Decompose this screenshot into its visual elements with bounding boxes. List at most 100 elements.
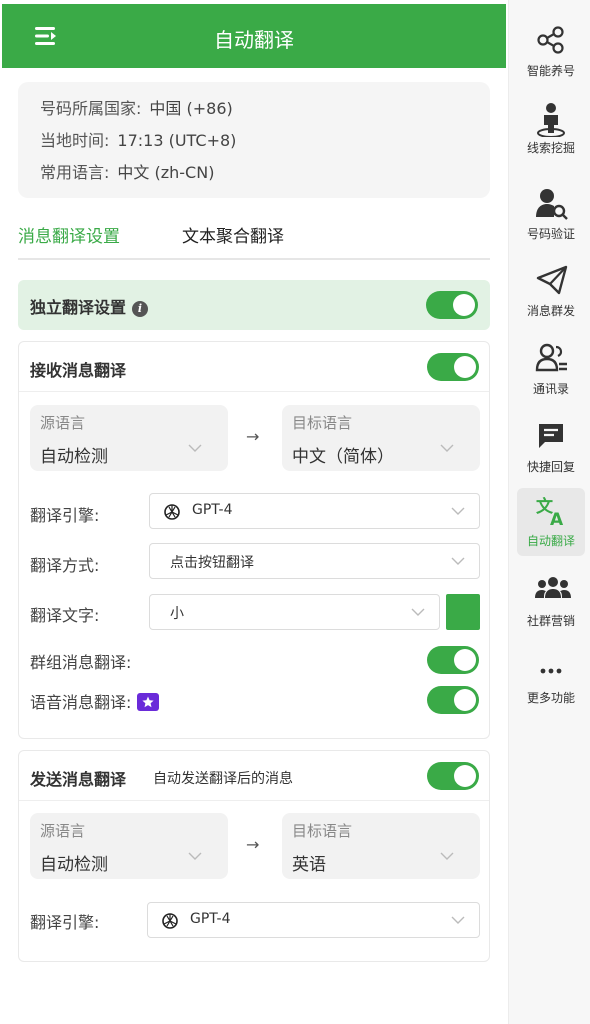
send-translation-toggle[interactable] [427, 762, 479, 790]
chevron-down-icon [440, 444, 454, 452]
receive-translation-panel: 接收消息翻译 源语言 自动检测 → 目标语言 中文（简体） 翻译引擎: GPT-… [18, 341, 490, 739]
user-search-icon [536, 189, 568, 220]
paper-plane-icon [536, 265, 568, 295]
sidebar-item-contacts[interactable]: 通讯录 [517, 336, 585, 404]
sidebar-item-label: 线索挖掘 [526, 141, 575, 155]
app: 自动翻译 号码所属国家: 中国 (+86) 当地时间: 17:13 (UTC+8) … [0, 0, 590, 1024]
engine-value: GPT-4 [192, 502, 233, 518]
sidebar-item-lead-mining[interactable]: 线索挖掘 [517, 95, 585, 163]
user-location-icon [537, 103, 565, 137]
sidebar-item-label: 智能养号 [526, 64, 575, 78]
more-icon [540, 668, 562, 674]
sidebar-item-label: 通讯录 [532, 382, 569, 396]
receive-translation-toggle[interactable] [427, 353, 479, 381]
chevron-down-icon [411, 608, 425, 616]
target-language-caption: 目标语言 [292, 414, 353, 432]
chevron-down-icon [451, 557, 465, 565]
svg-text:A: A [550, 510, 564, 528]
engine-label: 翻译引擎: [30, 913, 100, 932]
send-subtitle: 自动发送翻译后的消息 [153, 771, 293, 787]
voice-message-toggle[interactable] [427, 686, 479, 714]
translation-text-size-select[interactable]: 小 [149, 594, 440, 630]
openai-icon [164, 504, 180, 520]
source-language-value: 自动检测 [40, 855, 108, 875]
sidebar-item-label: 社群营销 [526, 614, 575, 628]
chevron-down-icon [451, 916, 465, 924]
translation-mode-select[interactable]: 点击按钮翻译 [149, 543, 480, 579]
tab-text-aggregate-translation[interactable]: 文本聚合翻译 [182, 222, 284, 247]
sidebar-item-label: 更多功能 [526, 691, 575, 705]
receive-target-language-select[interactable]: 目标语言 中文（简体） [282, 405, 480, 471]
source-language-caption: 源语言 [40, 822, 86, 840]
target-language-value: 英语 [292, 855, 326, 875]
mode-value: 点击按钮翻译 [170, 555, 254, 571]
local-time-value: 17:13 (UTC+8) [117, 131, 237, 150]
sidebar: 智能养号 线索挖掘 号码验证 消息群发 通讯录 快捷回复 文 A 自动翻译 社群… [508, 0, 590, 1024]
target-language-value: 中文（简体） [292, 447, 394, 467]
arrow-right-icon: → [246, 835, 260, 854]
receive-title: 接收消息翻译 [30, 361, 127, 380]
send-source-language-select[interactable]: 源语言 自动检测 [30, 813, 228, 879]
translate-icon: 文 A [536, 496, 564, 528]
openai-icon [162, 913, 178, 929]
sidebar-item-bulk-messaging[interactable]: 消息群发 [517, 258, 585, 326]
sidebar-item-label: 消息群发 [526, 304, 575, 318]
independent-settings-toggle[interactable] [426, 291, 478, 319]
sidebar-item-label: 快捷回复 [526, 460, 575, 474]
common-language-value: 中文 (zh-CN) [117, 163, 215, 182]
send-target-language-select[interactable]: 目标语言 英语 [282, 813, 480, 879]
country-row: 号码所属国家: 中国 (+86) [40, 93, 490, 125]
source-language-value: 自动检测 [40, 447, 108, 467]
header: 自动翻译 [2, 4, 506, 68]
local-time-row: 当地时间: 17:13 (UTC+8) [40, 125, 490, 157]
common-language-row: 常用语言: 中文 (zh-CN) [40, 157, 490, 189]
send-panel-header: 发送消息翻译 自动发送翻译后的消息 [19, 751, 489, 801]
group-message-toggle[interactable] [427, 646, 479, 674]
country-value: 中国 (+86) [149, 99, 233, 118]
chevron-down-icon [188, 444, 202, 452]
main-panel: 自动翻译 号码所属国家: 中国 (+86) 当地时间: 17:13 (UTC+8) … [0, 0, 508, 1024]
number-info-card: 号码所属国家: 中国 (+86) 当地时间: 17:13 (UTC+8) 常用语言:… [18, 82, 490, 198]
target-language-caption: 目标语言 [292, 822, 353, 840]
independent-settings-label: 独立翻译设置 [30, 298, 127, 317]
contacts-icon [535, 343, 567, 372]
group-icon [535, 577, 571, 598]
page-title: 自动翻译 [214, 28, 294, 52]
sidebar-item-number-verification[interactable]: 号码验证 [517, 181, 585, 249]
engine-value: GPT-4 [190, 911, 231, 927]
source-language-caption: 源语言 [40, 414, 86, 432]
tab-bar: 消息翻译设置 文本聚合翻译 [18, 218, 490, 260]
arrow-right-icon: → [246, 427, 260, 446]
text-size-label: 翻译文字: [30, 606, 100, 625]
sidebar-item-label: 号码验证 [526, 227, 575, 241]
send-title: 发送消息翻译 [30, 770, 127, 789]
share-icon [537, 26, 564, 54]
group-message-label: 群组消息翻译: [30, 653, 132, 672]
sidebar-item-label: 自动翻译 [526, 534, 575, 548]
voice-message-label-row: 语音消息翻译: [30, 689, 160, 715]
sidebar-item-community-marketing[interactable]: 社群营销 [517, 568, 585, 636]
text-color-swatch[interactable] [446, 594, 480, 630]
receive-source-language-select[interactable]: 源语言 自动检测 [30, 405, 228, 471]
premium-star-icon [137, 693, 160, 715]
chevron-down-icon [440, 852, 454, 860]
country-label: 号码所属国家: [40, 99, 142, 118]
translation-engine-select[interactable]: GPT-4 [149, 493, 480, 529]
chat-reply-icon [539, 424, 563, 448]
independent-settings-bar: 独立翻译设置 i [18, 280, 490, 330]
send-translation-engine-select[interactable]: GPT-4 [147, 902, 480, 938]
tab-message-translation[interactable]: 消息翻译设置 [18, 222, 120, 247]
sidebar-item-account-nurturing[interactable]: 智能养号 [517, 18, 585, 86]
local-time-label: 当地时间: [40, 131, 110, 150]
engine-label: 翻译引擎: [30, 506, 100, 525]
receive-panel-header: 接收消息翻译 [19, 342, 489, 392]
sidebar-item-quick-reply[interactable]: 快捷回复 [517, 414, 585, 482]
independent-settings-title: 独立翻译设置 i [30, 294, 149, 318]
mode-label: 翻译方式: [30, 556, 100, 575]
chevron-down-icon [451, 507, 465, 515]
sidebar-item-more-features[interactable]: 更多功能 [517, 645, 585, 713]
sidebar-item-auto-translate[interactable]: 文 A 自动翻译 [517, 488, 585, 556]
common-language-label: 常用语言: [40, 163, 110, 182]
chevron-down-icon [188, 852, 202, 860]
info-icon[interactable]: i [132, 301, 149, 317]
